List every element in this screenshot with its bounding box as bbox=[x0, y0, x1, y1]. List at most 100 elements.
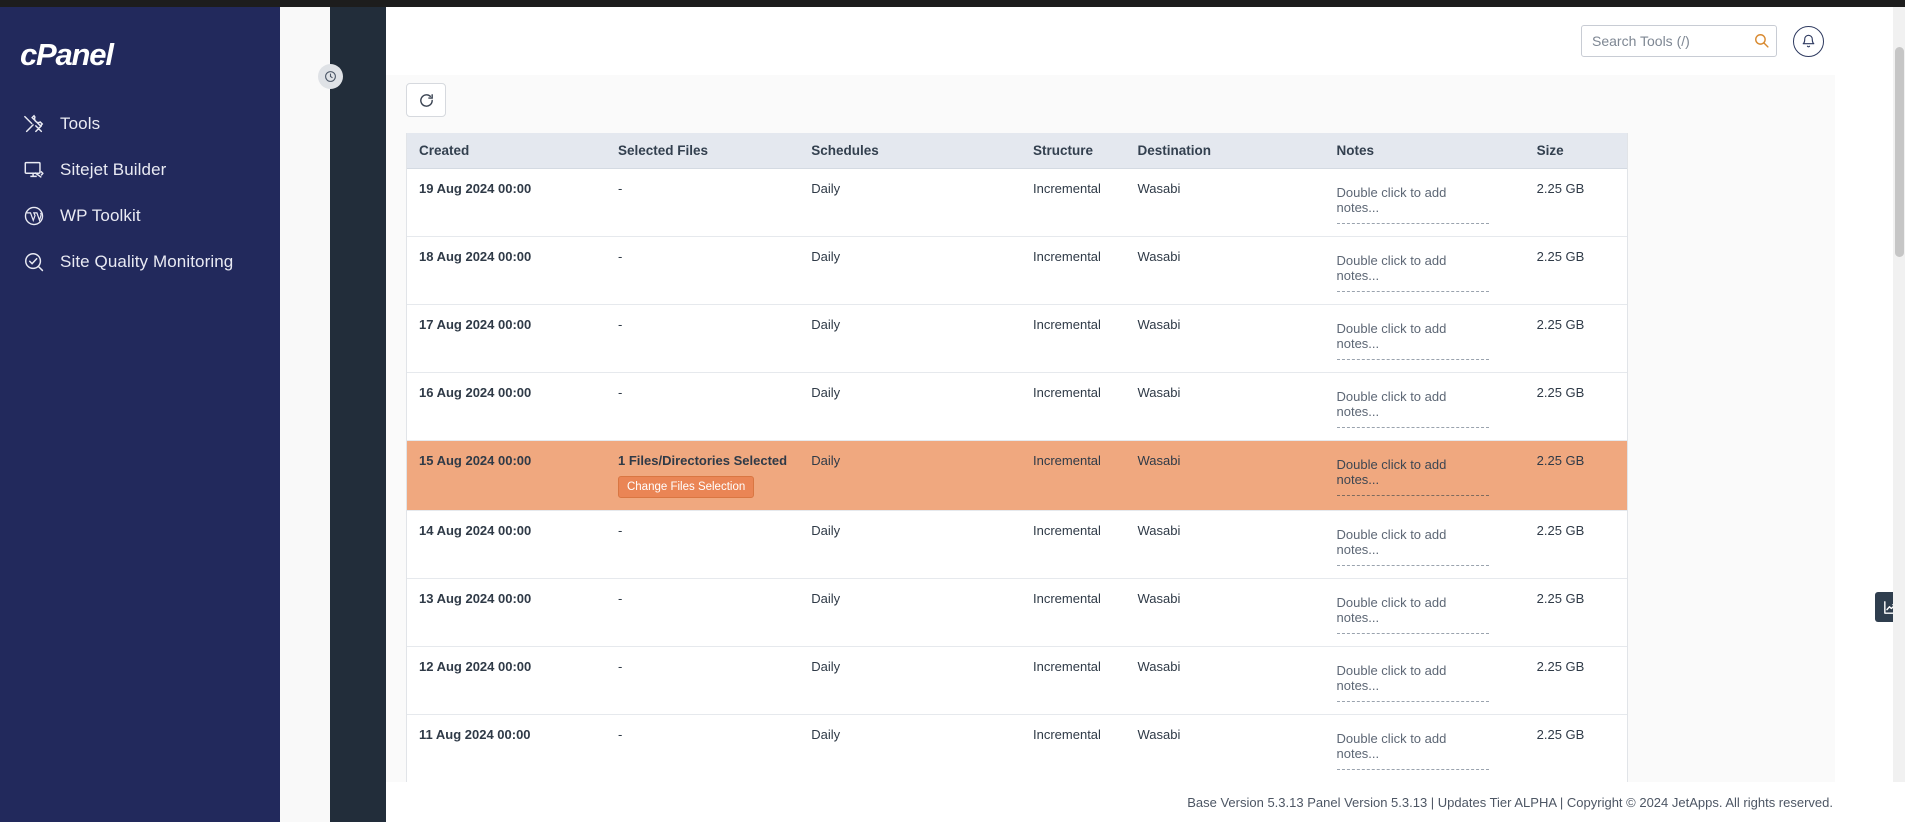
footer-version-text: Base Version 5.3.13 Panel Version 5.3.13… bbox=[1187, 794, 1833, 810]
monitor-pencil-icon bbox=[22, 158, 46, 182]
cell-selected-files: - bbox=[605, 236, 800, 305]
column-header-created[interactable]: Created bbox=[407, 133, 606, 169]
sidebar-gap bbox=[280, 7, 330, 822]
table-row[interactable]: 13 Aug 2024 00:00- Daily Incremental Wasabi… bbox=[407, 578, 1627, 647]
bell-icon bbox=[1802, 34, 1815, 47]
sidebar-nav: Tools Sitejet Builder WP Toolkit Site Qu… bbox=[0, 93, 280, 285]
notes-placeholder[interactable]: Double click to add notes... bbox=[1336, 727, 1489, 770]
notes-placeholder[interactable]: Double click to add notes... bbox=[1336, 591, 1489, 634]
cell-destination: Wasabi bbox=[1125, 714, 1325, 783]
column-header-size[interactable]: Size bbox=[1524, 133, 1627, 169]
main-content: Created Selected Files Schedules Structu… bbox=[386, 75, 1628, 822]
table-row[interactable]: 17 Aug 2024 00:00- Daily Incremental Wasabi… bbox=[407, 304, 1627, 373]
cell-selected-files: - bbox=[605, 714, 800, 783]
table-row[interactable]: 15 Aug 2024 00:00 1 Files/Directories Sel… bbox=[407, 440, 1627, 511]
sidebar-item-label: Site Quality Monitoring bbox=[60, 252, 234, 271]
table-row[interactable]: 14 Aug 2024 00:00- Daily Incremental Wasabi… bbox=[407, 510, 1627, 579]
column-header-schedules[interactable]: Schedules bbox=[799, 133, 1021, 169]
table-row[interactable]: 12 Aug 2024 00:00- Daily Incremental Wasabi… bbox=[407, 646, 1627, 715]
top-black-strip bbox=[0, 0, 1905, 7]
notifications-button[interactable] bbox=[1793, 25, 1824, 57]
search-input[interactable] bbox=[1581, 25, 1777, 57]
refresh-icon bbox=[419, 93, 433, 107]
search-container bbox=[1581, 25, 1777, 57]
notes-placeholder[interactable]: Double click to add notes... bbox=[1336, 453, 1489, 496]
wordpress-icon bbox=[22, 204, 46, 228]
table-row[interactable]: 11 Aug 2024 00:00- Daily Incremental Wasabi… bbox=[407, 714, 1627, 783]
notes-placeholder[interactable]: Double click to add notes... bbox=[1336, 317, 1489, 360]
cell-size: 2.25 GB bbox=[1524, 372, 1627, 441]
cell-structure: Incremental bbox=[1021, 510, 1126, 579]
column-header-destination[interactable]: Destination bbox=[1125, 133, 1325, 169]
cell-schedules: Daily bbox=[799, 440, 1021, 511]
cell-created: 16 Aug 2024 00:00 bbox=[407, 372, 606, 441]
sidebar-item-sitejet-builder[interactable]: Sitejet Builder bbox=[0, 147, 280, 193]
top-header bbox=[386, 7, 1905, 75]
cell-size: 2.25 GB bbox=[1524, 236, 1627, 305]
cell-notes[interactable]: Double click to add notes... bbox=[1324, 372, 1525, 441]
cell-schedules: Daily bbox=[799, 510, 1021, 579]
cell-created: 18 Aug 2024 00:00 bbox=[407, 236, 606, 305]
selected-files-count: 1 Files/Directories Selected bbox=[617, 453, 788, 468]
cell-selected-files: 1 Files/Directories Selected Change Files… bbox=[605, 440, 800, 511]
cell-size: 2.25 GB bbox=[1524, 168, 1627, 237]
notes-placeholder[interactable]: Double click to add notes... bbox=[1336, 523, 1489, 566]
app-root: cPanel Tools Sitejet Builder WP Toolkit … bbox=[0, 0, 1905, 822]
cell-notes[interactable]: Double click to add notes... bbox=[1324, 510, 1525, 579]
cell-selected-files: - bbox=[605, 304, 800, 373]
cell-structure: Incremental bbox=[1021, 168, 1126, 237]
notes-placeholder[interactable]: Double click to add notes... bbox=[1336, 181, 1489, 224]
notes-placeholder[interactable]: Double click to add notes... bbox=[1336, 385, 1489, 428]
sidebar-collapse-toggle[interactable] bbox=[318, 64, 343, 89]
sidebar-item-wp-toolkit[interactable]: WP Toolkit bbox=[0, 193, 280, 239]
cell-notes[interactable]: Double click to add notes... bbox=[1324, 578, 1525, 647]
cell-destination: Wasabi bbox=[1125, 372, 1325, 441]
cell-created: 14 Aug 2024 00:00 bbox=[407, 510, 606, 579]
column-header-selected-files[interactable]: Selected Files bbox=[605, 133, 800, 169]
cell-size: 2.25 GB bbox=[1524, 304, 1627, 373]
cell-selected-files: - bbox=[605, 372, 800, 441]
cpanel-logo: cPanel bbox=[20, 37, 114, 72]
cell-structure: Incremental bbox=[1021, 440, 1126, 511]
refresh-button[interactable] bbox=[406, 83, 446, 117]
cell-notes[interactable]: Double click to add notes... bbox=[1324, 440, 1525, 511]
table-row[interactable]: 19 Aug 2024 00:00- Daily Incremental Wasabi… bbox=[407, 168, 1627, 237]
cell-size: 2.25 GB bbox=[1524, 714, 1627, 783]
tools-icon bbox=[22, 112, 46, 136]
cell-notes[interactable]: Double click to add notes... bbox=[1324, 714, 1525, 783]
cell-schedules: Daily bbox=[799, 714, 1021, 783]
sidebar-item-site-quality-monitoring[interactable]: Site Quality Monitoring bbox=[0, 239, 280, 285]
cell-notes[interactable]: Double click to add notes... bbox=[1324, 304, 1525, 373]
notes-placeholder[interactable]: Double click to add notes... bbox=[1336, 659, 1489, 702]
cell-structure: Incremental bbox=[1021, 646, 1126, 715]
column-header-notes[interactable]: Notes bbox=[1324, 133, 1525, 169]
notes-placeholder[interactable]: Double click to add notes... bbox=[1336, 249, 1489, 292]
search-icon[interactable] bbox=[1752, 32, 1770, 50]
right-white-strip bbox=[1835, 7, 1893, 822]
sidebar-item-tools[interactable]: Tools bbox=[0, 101, 280, 147]
cell-schedules: Daily bbox=[799, 236, 1021, 305]
table-row[interactable]: 18 Aug 2024 00:00- Daily Incremental Wasabi… bbox=[407, 236, 1627, 305]
cell-destination: Wasabi bbox=[1125, 304, 1325, 373]
page-scrollbar[interactable] bbox=[1893, 7, 1905, 822]
cell-structure: Incremental bbox=[1021, 236, 1126, 305]
table-row[interactable]: 16 Aug 2024 00:00- Daily Incremental Wasabi… bbox=[407, 372, 1627, 441]
cell-destination: Wasabi bbox=[1125, 510, 1325, 579]
cell-schedules: Daily bbox=[799, 304, 1021, 373]
cell-notes[interactable]: Double click to add notes... bbox=[1324, 646, 1525, 715]
column-header-structure[interactable]: Structure bbox=[1021, 133, 1126, 169]
cell-created: 19 Aug 2024 00:00 bbox=[407, 168, 606, 237]
cell-structure: Incremental bbox=[1021, 372, 1126, 441]
table-head: Created Selected Files Schedules Structu… bbox=[407, 133, 1627, 169]
sidebar-item-label: Sitejet Builder bbox=[60, 160, 167, 179]
change-files-selection-button[interactable]: Change Files Selection bbox=[617, 476, 755, 498]
cell-notes[interactable]: Double click to add notes... bbox=[1324, 236, 1525, 305]
cell-destination: Wasabi bbox=[1125, 236, 1325, 305]
cell-schedules: Daily bbox=[799, 372, 1021, 441]
brand[interactable]: cPanel bbox=[0, 7, 280, 93]
cell-created: 11 Aug 2024 00:00 bbox=[407, 714, 606, 783]
cell-created: 15 Aug 2024 00:00 bbox=[407, 440, 606, 511]
cell-notes[interactable]: Double click to add notes... bbox=[1324, 168, 1525, 237]
check-circle-icon bbox=[22, 250, 46, 274]
scrollbar-thumb[interactable] bbox=[1895, 47, 1904, 257]
